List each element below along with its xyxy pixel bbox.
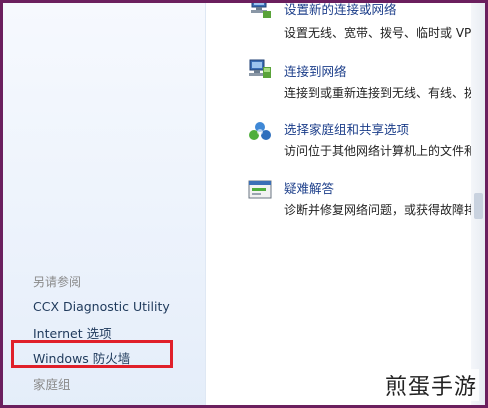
main-panel: 设置新的连接或网络 设置无线、宽带、拨号、临时或 VPN 连 连接到网络 连接到… [206,3,488,405]
sidebar: 另请参阅 CCX Diagnostic Utility Internet 选项 … [3,3,206,405]
task-title[interactable]: 连接到网络 [284,61,347,80]
scrollbar-track[interactable] [471,3,485,405]
task-description: 连接到或重新连接到无线、有线、拨号 [284,86,488,100]
firewall-highlight-box [11,340,173,368]
watermark-text: 煎蛋手游 [382,369,479,401]
window-frame: 另请参阅 CCX Diagnostic Utility Internet 选项 … [0,0,488,408]
sidebar-link-ccx-diagnostic[interactable]: CCX Diagnostic Utility [33,299,170,314]
task-description: 诊断并修复网络问题，或获得故障排除信 [284,203,488,217]
connect-network-icon [248,59,272,81]
see-also-heading: 另请参阅 [33,275,82,289]
scrollbar-thumb[interactable] [474,193,483,219]
sidebar-link-homegroup[interactable]: 家庭组 [33,374,71,393]
task-title[interactable]: 设置新的连接或网络 [284,3,397,18]
task-title[interactable]: 选择家庭组和共享选项 [284,119,409,138]
task-title[interactable]: 疑难解答 [284,178,334,197]
homegroup-icon [248,120,272,142]
task-description: 访问位于其他网络计算机上的文件和打 [284,144,488,158]
task-description: 设置无线、宽带、拨号、临时或 VPN 连 [284,26,488,40]
troubleshoot-icon [248,179,272,201]
network-setup-icon [248,3,272,19]
